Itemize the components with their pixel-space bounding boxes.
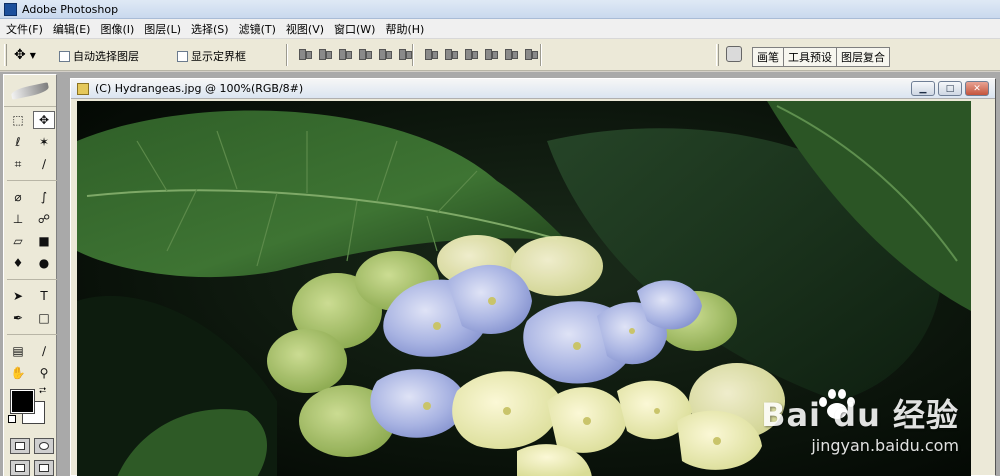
menu-filter[interactable]: 滤镜(T) [235,21,282,37]
divider [7,180,57,181]
app-title: Adobe Photoshop [22,2,119,16]
dodge-tool-icon[interactable]: ● [33,254,55,272]
divider [286,44,288,66]
align-bottom-icon[interactable] [338,47,352,61]
pen-tool-icon[interactable]: ✒ [7,309,29,327]
menu-layer[interactable]: 图层(L) [140,21,187,37]
divider [7,334,57,335]
align-horizontal-center-icon[interactable] [378,47,392,61]
quick-mask-modes [4,436,56,454]
standard-mode-icon[interactable] [10,438,30,454]
checkbox-box [177,50,188,62]
full-screen-menu-mode-icon[interactable] [34,460,54,476]
swap-colors-icon[interactable]: ⮂ [39,386,46,396]
document-title: (C) Hydrangeas.jpg @ 100%(RGB/8#) [95,82,304,95]
foreground-color-swatch[interactable] [11,390,34,413]
eyedropper-tool-icon[interactable]: ∕ [33,342,55,360]
menu-help[interactable]: 帮助(H) [381,21,430,37]
notes-tool-icon[interactable]: ▤ [7,342,29,360]
move-tool-icon: ✥ [14,47,26,63]
magic-wand-tool-icon[interactable]: ✶ [33,133,55,151]
show-bounding-box-label: 显示定界框 [191,50,246,63]
menu-edit[interactable]: 编辑(E) [49,21,97,37]
menu-window[interactable]: 窗口(W) [330,21,381,37]
feather-logo-icon [10,81,50,100]
clone-stamp-tool-icon[interactable]: ⊥ [7,210,29,228]
default-colors-icon[interactable] [8,415,16,423]
divider [7,279,57,280]
marquee-tool-icon[interactable]: ⬚ [7,111,29,129]
align-top-icon[interactable] [298,47,312,61]
blur-tool-icon[interactable]: ♦ [7,254,29,272]
distribute-right-icon[interactable] [524,47,538,61]
distribute-bottom-icon[interactable] [464,47,478,61]
history-brush-tool-icon[interactable]: ☍ [33,210,55,228]
distribute-vertical-center-icon[interactable] [444,47,458,61]
watermark: Bai du 经验 jingyan.baidu.com [761,390,959,455]
toolbox: ⬚ ✥ ℓ ✶ ⌗ ∕ ⌀ ∫ ⊥ ☍ ▱ ■ ♦ ● ➤ T ✒ □ ▤ ∕ … [3,74,57,476]
panel-well-grip[interactable] [716,44,719,66]
document-icon [77,82,89,95]
move-tool-icon[interactable]: ✥ [33,111,55,129]
document-title-bar[interactable]: (C) Hydrangeas.jpg @ 100%(RGB/8#) ▁ □ ✕ [71,79,995,99]
align-left-icon[interactable] [358,47,372,61]
color-swatches: ⮂ [4,386,56,432]
panel-tab-layer-comps[interactable]: 图层复合 [837,47,890,67]
path-selection-tool-icon[interactable]: ➤ [7,287,29,305]
show-bounding-box-checkbox[interactable]: 显示定界框 [177,48,246,64]
brush-tool-icon[interactable]: ∫ [33,188,55,206]
auto-select-layer-checkbox[interactable]: 自动选择图层 [59,48,139,64]
document-window: (C) Hydrangeas.jpg @ 100%(RGB/8#) ▁ □ ✕ [70,78,996,476]
title-bar: Adobe Photoshop [0,0,1000,19]
type-tool-icon[interactable]: T [33,287,55,305]
menu-select[interactable]: 选择(S) [187,21,235,37]
quick-mask-mode-icon[interactable] [34,438,54,454]
watermark-brand: Bai du 经验 [761,396,959,434]
standard-screen-mode-icon[interactable] [10,460,30,476]
image-canvas[interactable]: Bai du 经验 jingyan.baidu.com [77,101,971,476]
screen-modes [4,458,56,476]
align-buttons [298,47,412,61]
menu-view[interactable]: 视图(V) [282,21,330,37]
panel-tab-brushes[interactable]: 画笔 [752,47,784,67]
distribute-left-icon[interactable] [484,47,498,61]
auto-select-layer-label: 自动选择图层 [73,50,139,63]
crop-tool-icon[interactable]: ⌗ [7,155,29,173]
shape-tool-icon[interactable]: □ [33,309,55,327]
options-bar-grip[interactable] [4,44,7,66]
healing-brush-tool-icon[interactable]: ⌀ [7,188,29,206]
watermark-url: jingyan.baidu.com [811,436,959,455]
menu-bar: 文件(F) 编辑(E) 图像(I) 图层(L) 选择(S) 滤镜(T) 视图(V… [0,19,1000,39]
menu-file[interactable]: 文件(F) [2,21,49,37]
tool-preset-picker[interactable]: ✥ ▼ [14,44,50,66]
gradient-tool-icon[interactable]: ■ [33,232,55,250]
close-icon[interactable]: ✕ [965,81,989,96]
divider [412,44,414,66]
window-controls: ▁ □ ✕ [911,81,989,96]
lasso-tool-icon[interactable]: ℓ [7,133,29,151]
brush-palette-icon[interactable] [726,46,742,62]
distribute-horizontal-center-icon[interactable] [504,47,518,61]
toolbox-header [4,75,56,107]
align-vertical-center-icon[interactable] [318,47,332,61]
panel-well: 画笔 工具预设 图层复合 [752,47,890,67]
options-bar: ✥ ▼ 自动选择图层 显示定界框 画笔 工具预设 图层复合 [0,39,1000,71]
maximize-icon[interactable]: □ [938,81,962,96]
chevron-down-icon: ▼ [29,50,36,60]
panel-tab-tool-presets[interactable]: 工具预设 [784,47,837,67]
distribute-buttons [424,47,538,61]
checkbox-box [59,50,70,62]
minimize-icon[interactable]: ▁ [911,81,935,96]
eraser-tool-icon[interactable]: ▱ [7,232,29,250]
slice-tool-icon[interactable]: ∕ [33,155,55,173]
photoshop-app-icon [4,2,17,16]
divider [540,44,542,66]
menu-image[interactable]: 图像(I) [96,21,140,37]
zoom-tool-icon[interactable]: ⚲ [33,364,55,382]
hand-tool-icon[interactable]: ✋ [7,364,29,382]
distribute-top-icon[interactable] [424,47,438,61]
align-right-icon[interactable] [398,47,412,61]
